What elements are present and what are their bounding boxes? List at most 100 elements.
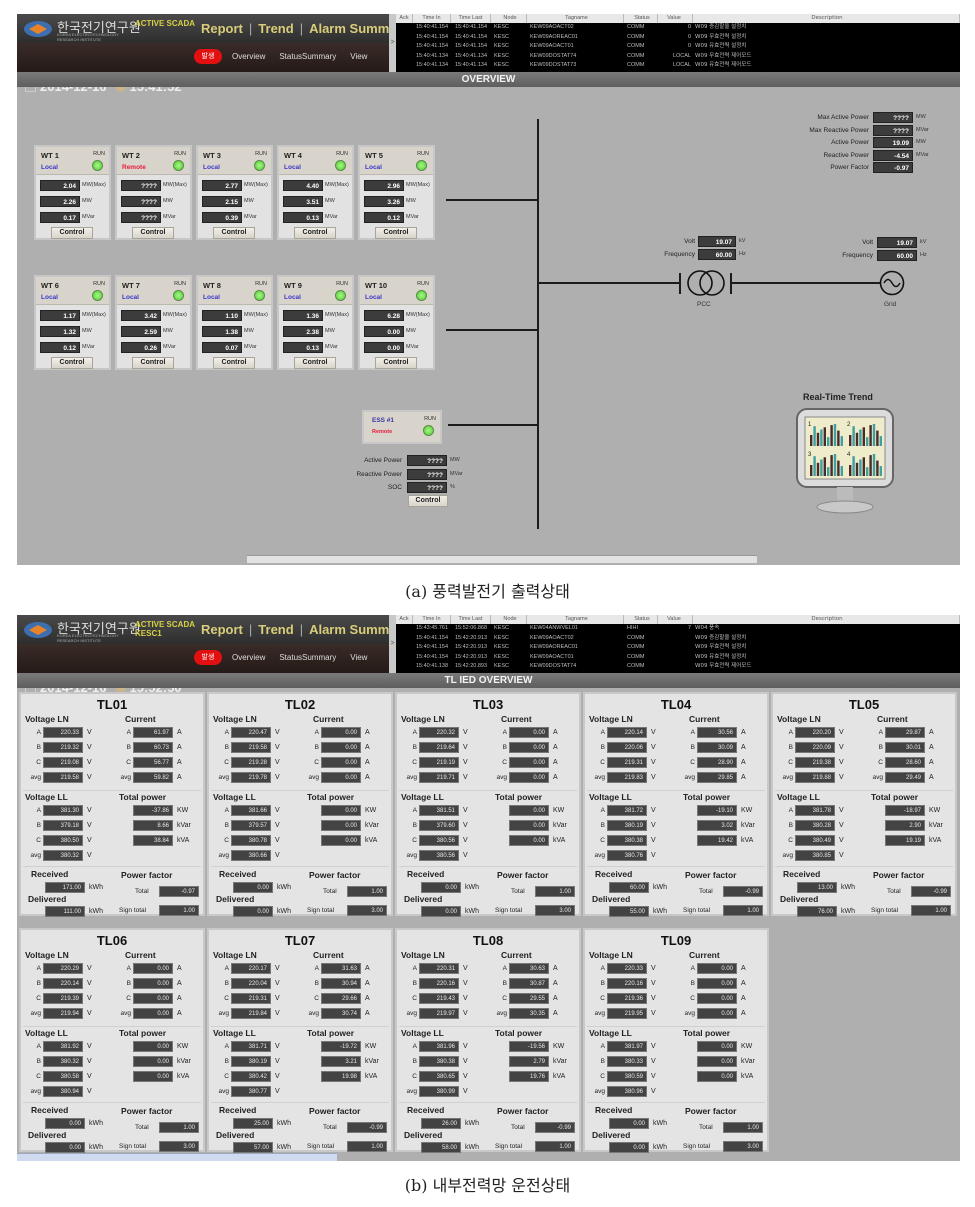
nav-trend[interactable]: Trend <box>258 622 293 637</box>
alarm-row[interactable]: 15:43:45.761 15:52:06.868 KESC KEW04ANWVEL0… <box>396 624 960 634</box>
wind-turbine-card[interactable]: WT 10 Local RUN 6.28 MW(Max) 0.00 MW 0.00 MVar Co… <box>358 275 435 370</box>
total-power-value: -18.97 <box>885 805 925 816</box>
nav-view[interactable]: View <box>350 653 367 662</box>
alarm-row[interactable]: 15:40:41.134 15:40:41.134 KESC KEW09DOSTAT7… <box>396 61 960 71</box>
pcc-label: PCC <box>697 301 711 308</box>
trend-bar <box>852 456 855 476</box>
voltage-ln-value: 219.32 <box>43 742 83 753</box>
splitter-arrow[interactable]: > <box>389 615 396 673</box>
wt-control-button[interactable]: Control <box>132 357 174 369</box>
total-power-value: 0.00 <box>509 805 549 816</box>
wind-turbine-card[interactable]: WT 6 Local RUN 1.17 MW(Max) 1.32 MW 0.12 MVar Con… <box>34 275 111 370</box>
energy-unit: kWh <box>465 908 479 915</box>
ess-reading-label: SOC <box>387 484 402 491</box>
wt-control-button[interactable]: Control <box>294 227 336 239</box>
horizontal-scrollbar[interactable] <box>247 555 757 563</box>
col-status[interactable]: Status <box>624 615 658 624</box>
wind-turbine-card[interactable]: WT 2 Remote RUN???? MW(Max)???? MW???? MVar Co… <box>115 145 192 240</box>
col-ack[interactable]: Ack <box>396 14 413 23</box>
wt-control-button[interactable]: Control <box>132 227 174 239</box>
wind-turbine-card[interactable]: WT 4 Local RUN 4.40 MW(Max) 3.51 MW 0.13 MVar Con… <box>277 145 354 240</box>
col-description[interactable]: Description <box>693 615 960 624</box>
phase-label: C <box>36 995 41 1002</box>
alarm-row[interactable]: 15:40:41.154 15:40:41.154 KESC KEW09AOACT01… <box>396 42 960 52</box>
delivered-heading: Delivered <box>780 894 819 904</box>
alarm-row[interactable]: 15:40:41.154 15:42:20.913 KESC KEW09AOACT01… <box>396 653 960 663</box>
phase-label: avg <box>782 852 793 859</box>
col-tagname[interactable]: Tagname <box>527 615 624 624</box>
pf-sign-value: 1.00 <box>347 1141 387 1152</box>
alarm-row[interactable]: 15:40:41.138 15:42:20.893 KESC KEW09DOSTAT7… <box>396 662 960 672</box>
alarm-row[interactable]: 15:40:41.134 15:40:41.134 KESC KEW09DOSTAT7… <box>396 52 960 62</box>
pf-sign-value: 3.00 <box>723 1141 763 1152</box>
alarm-row[interactable]: 15:40:41.154 15:42:20.913 KESC KEW09AOREAC0… <box>396 643 960 653</box>
col-node[interactable]: Node <box>491 615 527 624</box>
phase-label: B <box>126 744 131 751</box>
wt-control-button[interactable]: Control <box>213 357 255 369</box>
alarm-status-badge[interactable]: 발생 <box>194 650 222 665</box>
trend-title[interactable]: Real-Time Trend <box>803 392 873 403</box>
wt-control-button[interactable]: Control <box>51 227 93 239</box>
col-time-in[interactable]: Time In <box>413 14 451 23</box>
wind-turbine-card[interactable]: WT 7 Local RUN 3.42 MW(Max) 2.59 MW 0.26 MVar Con… <box>115 275 192 370</box>
tl-name: TL02 <box>284 697 316 712</box>
wt-active-power-unit: MW <box>244 198 254 204</box>
energy-unit: kWh <box>653 1144 667 1151</box>
wind-turbine-card[interactable]: WT 9 Local RUN 1.36 MW(Max) 2.38 MW 0.13 MVar Con… <box>277 275 354 370</box>
real-time-trend-monitor-icon[interactable]: 1 23 4 <box>795 407 895 519</box>
nav-status-summary[interactable]: StatusSummary <box>279 653 336 662</box>
col-value[interactable]: Value <box>658 14 693 23</box>
current-value: 28.60 <box>885 757 925 768</box>
voltage-ll-value: 381.30 <box>43 805 83 816</box>
col-ack[interactable]: Ack <box>396 615 413 624</box>
power-unit: kVar <box>177 822 191 829</box>
voltage-unit: V <box>275 759 280 766</box>
alarm-status-badge[interactable]: 발생 <box>194 49 222 64</box>
col-description[interactable]: Description <box>693 14 960 23</box>
voltage-unit: V <box>651 774 656 781</box>
col-value[interactable]: Value <box>658 615 693 624</box>
col-time-in[interactable]: Time In <box>413 615 451 624</box>
nav-status-summary[interactable]: StatusSummary <box>279 52 336 61</box>
wt-control-button[interactable]: Control <box>375 227 417 239</box>
wt-control-button[interactable]: Control <box>213 227 255 239</box>
alarm-row[interactable]: 15:40:41.154 15:42:20.913 KESC KEW09AOACT02… <box>396 634 960 644</box>
col-tagname[interactable]: Tagname <box>527 14 624 23</box>
voltage-unit: V <box>651 807 656 814</box>
wt-control-button[interactable]: Control <box>375 357 417 369</box>
col-time-last[interactable]: Time Last <box>451 615 491 624</box>
splitter-arrow[interactable]: > <box>389 14 396 72</box>
nav-trend[interactable]: Trend <box>258 21 293 36</box>
ess-card[interactable]: ESS #1 Remote RUN <box>362 410 442 444</box>
wt-control-button[interactable]: Control <box>51 357 93 369</box>
grid-volt-value: 19.07 <box>877 237 917 248</box>
current-value: 56.77 <box>133 757 173 768</box>
col-node[interactable]: Node <box>491 14 527 23</box>
voltage-unit: V <box>651 965 656 972</box>
phase-label: avg <box>120 1010 131 1017</box>
nav-view[interactable]: View <box>350 52 367 61</box>
voltage-unit: V <box>463 980 468 987</box>
nav-overview[interactable]: Overview <box>232 653 265 662</box>
nav-report[interactable]: Report <box>201 21 243 36</box>
wind-turbine-card[interactable]: WT 1 Local RUN 2.04 MW(Max) 2.26 MW 0.17 MVar Con… <box>34 145 111 240</box>
wt-control-button[interactable]: Control <box>294 357 336 369</box>
brand-area-b: 한국전기연구원 KOREA ELECTROTECHNOLOGY RESEARCH… <box>17 615 409 644</box>
col-status[interactable]: Status <box>624 14 658 23</box>
trend-bar <box>869 455 872 476</box>
alarm-row[interactable]: 15:40:41.154 15:40:41.154 KESC KEW09AOACT02… <box>396 23 960 33</box>
col-time-last[interactable]: Time Last <box>451 14 491 23</box>
wind-turbine-card[interactable]: WT 5 Local RUN 2.96 MW(Max) 3.26 MW 0.12 MVar Con… <box>358 145 435 240</box>
nav-report[interactable]: Report <box>201 622 243 637</box>
current-heading: Current <box>877 714 908 724</box>
voltage-ln-value: 219.71 <box>419 772 459 783</box>
voltage-ln-value: 219.78 <box>231 772 271 783</box>
alarm-row[interactable]: 15:40:41.154 15:40:41.154 KESC KEW09AOREAC0… <box>396 33 960 43</box>
phase-label: avg <box>594 1088 605 1095</box>
wind-turbine-card[interactable]: WT 3 Local RUN 2.77 MW(Max) 2.15 MW 0.39 MVar Con… <box>196 145 273 240</box>
wind-turbine-card[interactable]: WT 8 Local RUN 1.10 MW(Max) 1.38 MW 0.07 MVar Con… <box>196 275 273 370</box>
alarm-time-last: 15:42:20.913 <box>454 653 488 660</box>
ess-control-button[interactable]: Control <box>408 495 448 507</box>
nav-overview[interactable]: Overview <box>232 52 265 61</box>
voltage-unit: V <box>463 1058 468 1065</box>
